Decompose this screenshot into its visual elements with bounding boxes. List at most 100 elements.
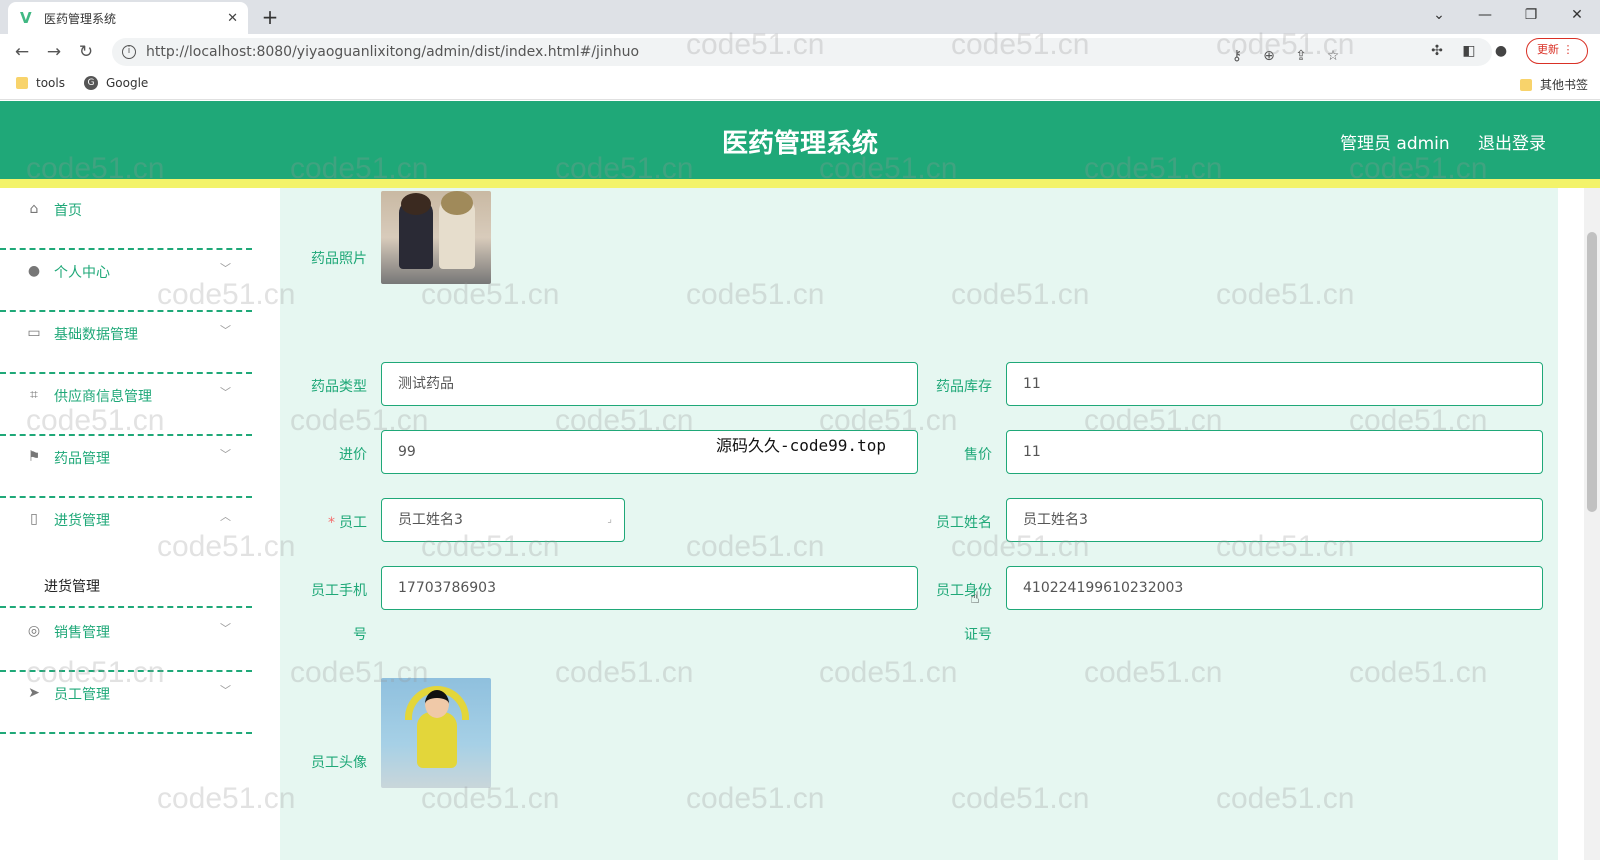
update-label: 更新 — [1537, 43, 1559, 56]
bookmark-label: 其他书签 — [1540, 78, 1589, 92]
folder-icon — [1520, 78, 1532, 91]
bookmarks-bar: tools G Google 其他书签 — [0, 70, 1600, 100]
flag-icon: ⚑ — [27, 449, 41, 465]
drug-type-field[interactable]: 测试药品 — [381, 362, 918, 406]
window-controls: ⌄ — ❐ ✕ — [1416, 0, 1600, 30]
close-tab-icon[interactable]: ✕ — [227, 11, 238, 26]
google-icon: G — [84, 76, 98, 90]
header-strip — [0, 179, 1600, 188]
sidebar-item-supplier[interactable]: ⌗ 供应商信息管理 ﹀ — [0, 374, 252, 436]
sale-price-field[interactable]: 11 — [1006, 430, 1543, 474]
chevron-down-icon: ﹀ — [220, 324, 231, 337]
close-window-icon[interactable]: ✕ — [1554, 0, 1600, 30]
user-icon: ● — [27, 263, 41, 279]
address-bar: ← → ↻ i http://localhost:8080/yiyaoguanl… — [0, 34, 1600, 70]
logout-link[interactable]: 退出登录 — [1478, 129, 1546, 154]
staff-phone-label: 员工手机 — [311, 583, 367, 599]
url-text: http://localhost:8080/yiyaoguanlixitong/… — [146, 44, 640, 60]
staff-select-value: 员工姓名3 — [398, 512, 463, 528]
staff-phone-field[interactable]: 17703786903 — [381, 566, 918, 610]
drug-photo — [381, 191, 491, 284]
phone-icon: ▯ — [30, 511, 38, 527]
reload-icon[interactable]: ↻ — [70, 42, 102, 62]
staff-phone-label-2: 号 — [353, 627, 367, 643]
zoom-icon[interactable]: ⊕ — [1260, 42, 1278, 70]
chevron-down-icon: ﹀ — [220, 684, 231, 697]
vue-favicon-icon: V — [20, 9, 32, 27]
sidebar-item-profile[interactable]: ● 个人中心 ﹀ — [0, 250, 252, 312]
folder-icon — [16, 77, 28, 89]
puzzle-icon[interactable]: ✣ — [1428, 38, 1446, 64]
send-icon: ➤ — [28, 685, 40, 701]
sidebar-item-label: 药品管理 — [54, 451, 110, 467]
bookmark-tools[interactable]: tools — [16, 76, 65, 90]
chevron-down-icon: ﹀ — [220, 448, 231, 461]
sidebar: ⌂ 首页 ● 个人中心 ﹀ ▭ 基础数据管理 ﹀ ⌗ 供应商信息管理 ﹀ ⚑ 药… — [0, 188, 255, 860]
monitor-icon: ▭ — [27, 325, 41, 341]
sidebar-item-purchase[interactable]: ▯ 进货管理 ︿ — [0, 498, 252, 560]
sidepanel-icon[interactable]: ◧ — [1460, 38, 1478, 64]
new-tab-button[interactable]: + — [258, 5, 282, 29]
app-header: 医药管理系统 管理员 admin 退出登录 — [0, 101, 1600, 179]
divider — [0, 592, 252, 608]
url-input[interactable]: i http://localhost:8080/yiyaoguanlixiton… — [112, 38, 1492, 66]
bookmark-label: tools — [36, 76, 65, 90]
sidebar-item-label: 进货管理 — [54, 513, 110, 529]
restore-icon[interactable]: ❐ — [1508, 0, 1554, 30]
drug-photo-label: 药品照片 — [311, 251, 367, 267]
admin-label: 管理员 admin — [1340, 134, 1450, 154]
sidebar-item-label: 员工管理 — [54, 687, 110, 703]
sidebar-item-label: 销售管理 — [54, 625, 110, 641]
update-button[interactable]: 更新 ⋮ — [1526, 38, 1588, 64]
key-icon[interactable]: ⚷ — [1228, 42, 1246, 70]
forward-icon[interactable]: → — [38, 42, 70, 62]
select-arrow-icon: ⌟ — [607, 514, 612, 525]
bookmark-other[interactable]: 其他书签 — [1520, 76, 1588, 93]
sidebar-item-base-data[interactable]: ▭ 基础数据管理 ﹀ — [0, 312, 252, 374]
staff-id-field[interactable]: 410224199610232003 — [1006, 566, 1543, 610]
sidebar-item-staff[interactable]: ➤ 员工管理 ﹀ — [0, 672, 252, 734]
staff-label: * 员工 — [277, 512, 367, 532]
back-icon[interactable]: ← — [6, 42, 38, 62]
staff-avatar-image — [381, 678, 491, 788]
scrollbar[interactable] — [1584, 188, 1600, 860]
extension-icons: ✣ ◧ ● — [1428, 38, 1510, 64]
scroll-thumb[interactable] — [1587, 232, 1597, 512]
sidebar-item-label: 首页 — [54, 203, 82, 219]
overlay-watermark-text: 源码久久-code99.top — [716, 436, 886, 455]
hand-cursor-icon: ☝ — [970, 588, 980, 607]
sidebar-item-label: 供应商信息管理 — [54, 389, 152, 405]
site-info-icon[interactable]: i — [122, 45, 136, 59]
staff-name-label: 员工姓名 — [936, 515, 992, 531]
sidebar-item-label: 个人中心 — [54, 265, 110, 281]
star-icon[interactable]: ☆ — [1324, 42, 1342, 70]
circle-icon: ◎ — [27, 623, 41, 639]
bookmark-google[interactable]: G Google — [84, 76, 148, 90]
drug-stock-field[interactable]: 11 — [1006, 362, 1543, 406]
profile-icon[interactable]: ● — [1492, 38, 1510, 64]
sidebar-item-home[interactable]: ⌂ 首页 — [0, 188, 252, 250]
chevron-up-icon: ︿ — [220, 510, 231, 523]
sidebar-item-label: 基础数据管理 — [54, 327, 138, 343]
sidebar-item-drug[interactable]: ⚑ 药品管理 ﹀ — [0, 436, 252, 498]
sidebar-item-sales[interactable]: ◎ 销售管理 ﹀ — [0, 610, 252, 672]
home-icon: ⌂ — [29, 201, 39, 217]
share-icon[interactable]: ⇪ — [1292, 42, 1310, 70]
tab-title: 医药管理系统 — [44, 11, 117, 26]
required-mark: * — [328, 515, 335, 531]
staff-select[interactable]: 员工姓名3 ⌟ — [381, 498, 625, 542]
staff-name-field[interactable]: 员工姓名3 — [1006, 498, 1543, 542]
chevron-down-icon: ﹀ — [220, 622, 231, 635]
minimize-icon[interactable]: — — [1462, 0, 1508, 30]
tab-search-icon[interactable]: ⌄ — [1416, 0, 1462, 30]
staff-label-text: 员工 — [339, 515, 367, 531]
purchase-price-label: 进价 — [339, 447, 367, 463]
drug-type-label: 药品类型 — [311, 379, 367, 395]
staff-avatar-label: 员工头像 — [311, 755, 367, 771]
browser-tabbar: V 医药管理系统 ✕ + ⌄ — ❐ ✕ — [0, 0, 1600, 34]
browser-tab[interactable]: V 医药管理系统 ✕ — [8, 2, 248, 34]
chevron-down-icon: ﹀ — [220, 386, 231, 399]
staff-id-label-2: 证号 — [964, 627, 992, 643]
drug-stock-label: 药品库存 — [936, 379, 992, 395]
sale-price-label: 售价 — [964, 447, 992, 463]
